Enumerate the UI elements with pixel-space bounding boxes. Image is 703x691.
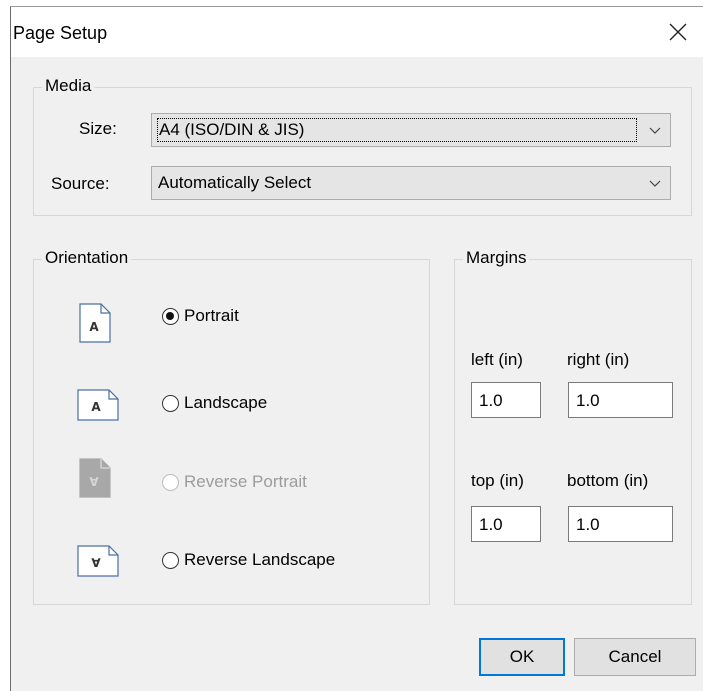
close-icon [669,23,687,41]
source-label: Source: [51,174,110,193]
portrait-radio[interactable] [162,307,179,325]
portrait-page-icon: A [79,303,111,343]
reverse-portrait-radio[interactable] [162,473,179,491]
left-margin-value: 1.0 [479,391,503,410]
reverse-landscape-page-icon: ∀ [77,545,119,577]
media-legend: Media [42,76,95,96]
reverse-portrait-page-icon: ∀ [79,458,111,498]
margins-group: Margins left (in) right (in) 1.0 1.0 top… [454,248,692,605]
reverse-portrait-label: Reverse Portrait [184,472,307,491]
svg-text:A: A [89,320,99,334]
source-value: Automatically Select [158,173,312,192]
cancel-button[interactable]: Cancel [574,638,696,676]
landscape-label: Landscape [184,393,268,412]
right-margin-value: 1.0 [576,391,600,410]
chevron-down-icon [649,180,661,187]
bottom-margin-input[interactable]: 1.0 [568,506,673,542]
landscape-option[interactable]: Landscape [162,393,267,413]
left-margin-label: left (in) [471,350,523,369]
right-margin-input[interactable]: 1.0 [568,382,673,418]
chevron-down-icon [649,127,661,134]
size-select[interactable]: A4 (ISO/DIN & JIS) [151,113,671,147]
page-setup-dialog: Page Setup Media Size: A4 (ISO/DIN & JIS… [10,6,703,691]
svg-text:A: A [91,400,101,414]
top-margin-label: top (in) [471,471,524,490]
portrait-option[interactable]: Portrait [162,306,239,326]
orientation-legend: Orientation [42,248,132,268]
svg-text:∀: ∀ [91,556,101,570]
portrait-label: Portrait [184,306,239,325]
left-margin-input[interactable]: 1.0 [471,382,541,418]
size-label: Size: [79,119,117,138]
size-value: A4 (ISO/DIN & JIS) [157,118,637,142]
source-select[interactable]: Automatically Select [151,166,671,200]
close-button[interactable] [653,7,703,57]
reverse-landscape-label: Reverse Landscape [184,550,336,569]
orientation-group: Orientation A Portrait A Landscape ∀ Rev… [33,248,430,605]
media-group: Media Size: A4 (ISO/DIN & JIS) Source: A… [33,76,692,216]
ok-button[interactable]: OK [479,638,565,676]
landscape-radio[interactable] [162,394,179,412]
reverse-landscape-radio[interactable] [162,551,179,569]
bottom-margin-label: bottom (in) [567,471,649,490]
right-margin-label: right (in) [567,350,630,369]
landscape-page-icon: A [77,389,119,421]
top-margin-value: 1.0 [479,515,503,534]
top-margin-input[interactable]: 1.0 [471,506,541,542]
title-bar: Page Setup [11,7,703,57]
margins-legend: Margins [463,248,530,268]
dialog-title: Page Setup [13,23,108,43]
svg-text:∀: ∀ [89,475,99,489]
reverse-portrait-option[interactable]: Reverse Portrait [162,472,307,492]
bottom-margin-value: 1.0 [576,515,600,534]
reverse-landscape-option[interactable]: Reverse Landscape [162,550,335,570]
